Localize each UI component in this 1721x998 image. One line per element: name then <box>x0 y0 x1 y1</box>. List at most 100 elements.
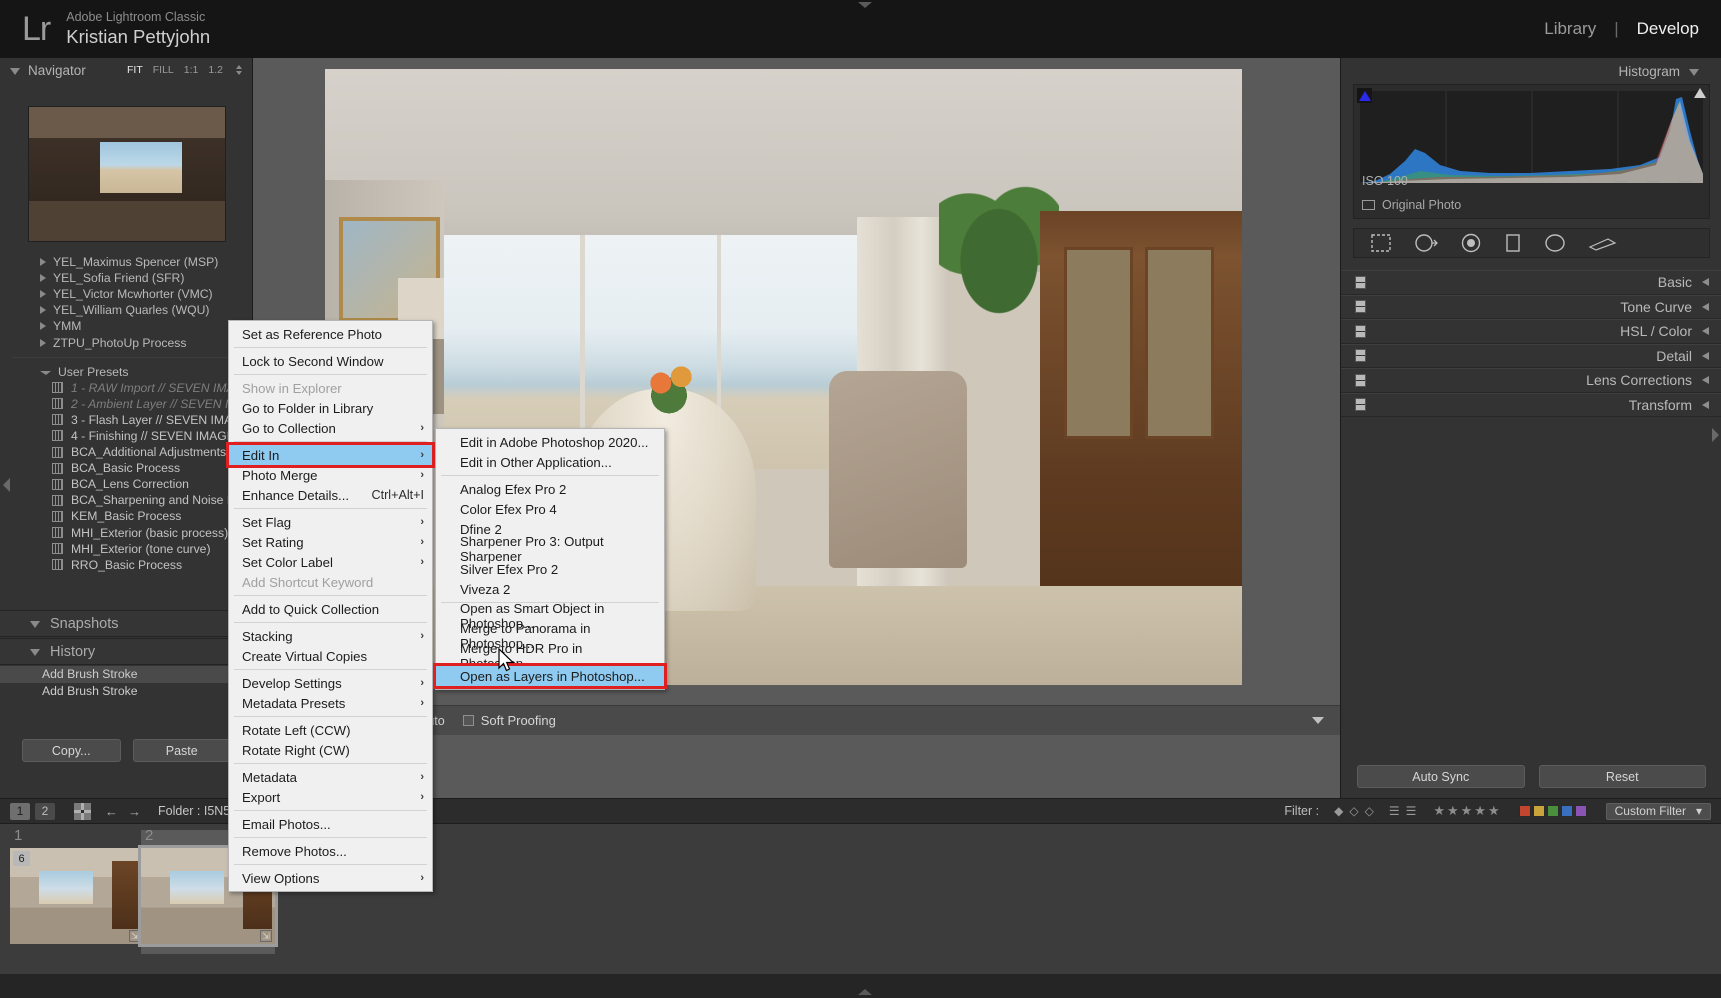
grid-view-icon[interactable] <box>74 802 91 820</box>
panel-section-transform[interactable]: Transform <box>1341 392 1721 417</box>
filmstrip-stack-badge[interactable]: 6 <box>13 851 30 866</box>
history-row[interactable]: Add Brush Stroke <box>0 683 253 700</box>
filmstrip-edit-badge-icon[interactable]: ⇲ <box>260 930 272 942</box>
menu-item-add-to-quick-collection[interactable]: Add to Quick Collection <box>229 599 432 619</box>
menu-item-remove-photos[interactable]: Remove Photos... <box>229 841 432 861</box>
preset-group[interactable]: YEL_Victor Mcwhorter (VMC) <box>0 286 253 302</box>
panel-switch-icon[interactable] <box>1355 300 1366 314</box>
disclosure-triangle-icon[interactable] <box>40 274 46 283</box>
menu-item-create-virtual-copies[interactable]: Create Virtual Copies <box>229 646 432 666</box>
module-develop[interactable]: Develop <box>1637 19 1699 39</box>
preset-item[interactable]: 3 - Flash Layer // SEVEN IMAGES <box>0 412 253 428</box>
right-panel-collapse-chevron-icon[interactable] <box>1712 428 1719 442</box>
menu-item-stacking[interactable]: Stacking › <box>229 626 432 646</box>
panel-switch-icon[interactable] <box>1355 349 1366 363</box>
panel-section-hsl-color[interactable]: HSL / Color <box>1341 319 1721 344</box>
menu-item-develop-settings[interactable]: Develop Settings › <box>229 673 432 693</box>
sort-ascending-icon[interactable]: ☰ <box>1389 804 1400 818</box>
snapshots-section-header[interactable]: Snapshots + <box>0 610 253 637</box>
preset-group[interactable]: YEL_Sofia Friend (SFR) <box>0 270 253 286</box>
disclosure-triangle-icon[interactable] <box>40 370 51 375</box>
submenu-item-silver-efex-pro-2[interactable]: Silver Efex Pro 2 <box>436 559 664 579</box>
disclosure-triangle-icon[interactable] <box>40 258 46 267</box>
original-photo-toggle[interactable]: Original Photo <box>1362 198 1461 212</box>
preset-item[interactable]: MHI_Exterior (tone curve) <box>0 541 253 557</box>
navigator-preview[interactable] <box>28 106 226 242</box>
folder-label[interactable]: Folder : I5N5 <box>158 804 230 818</box>
disclosure-triangle-icon[interactable] <box>1702 278 1709 287</box>
nav-mode-custom[interactable]: 1.2 <box>208 64 223 76</box>
highlight-clipping-indicator[interactable] <box>1694 88 1706 98</box>
nav-mode-1-1[interactable]: 1:1 <box>184 64 199 76</box>
navigator-disclosure-triangle-icon[interactable] <box>10 67 20 75</box>
disclosure-triangle-icon[interactable] <box>1702 400 1709 409</box>
menu-item-set-color-label[interactable]: Set Color Label › <box>229 552 432 572</box>
preset-item[interactable]: 4 - Finishing // SEVEN IMAGES <box>0 428 253 444</box>
color-chip-blue[interactable] <box>1560 805 1573 817</box>
color-chip-red[interactable] <box>1518 805 1531 817</box>
panel-section-detail[interactable]: Detail <box>1341 343 1721 368</box>
preset-group[interactable]: YEL_William Quarles (WQU) <box>0 302 253 318</box>
submenu-item-edit-in-photoshop-2020[interactable]: Edit in Adobe Photoshop 2020... <box>436 432 664 452</box>
preset-group[interactable]: YEL_Maximus Spencer (MSP) <box>0 254 253 270</box>
color-chip-purple[interactable] <box>1574 805 1587 817</box>
nav-mode-fill[interactable]: FILL <box>153 64 174 76</box>
submenu-item-edit-in-other-application[interactable]: Edit in Other Application... <box>436 452 664 472</box>
panel-switch-icon[interactable] <box>1355 398 1366 412</box>
adjustment-brush-tool-icon[interactable] <box>1588 233 1618 253</box>
preset-item[interactable]: MHI_Exterior (basic process) <box>0 525 253 541</box>
menu-item-rotate-right[interactable]: Rotate Right (CW) <box>229 740 432 760</box>
left-panel-collapse-chevron-icon[interactable] <box>3 478 10 492</box>
submenu-item-sharpener-pro-3[interactable]: Sharpener Pro 3: Output Sharpener <box>436 534 664 564</box>
preset-item[interactable]: BCA_Lens Correction <box>0 476 253 492</box>
shadow-clipping-indicator[interactable] <box>1357 88 1372 103</box>
disclosure-triangle-icon[interactable] <box>1702 351 1709 360</box>
forward-arrow-icon[interactable]: → <box>128 804 141 819</box>
toolbar-chevron-down-icon[interactable] <box>1312 717 1324 724</box>
module-library[interactable]: Library <box>1544 19 1596 39</box>
flag-pick-icon[interactable]: ◆ <box>1334 804 1343 818</box>
copy-button[interactable]: Copy... <box>22 739 121 762</box>
custom-filter-dropdown[interactable]: Custom Filter ▾ <box>1605 802 1711 820</box>
menu-item-go-to-collection[interactable]: Go to Collection › <box>229 418 432 438</box>
back-arrow-icon[interactable]: ← <box>105 804 118 819</box>
nav-mode-fit[interactable]: FIT <box>127 64 143 76</box>
preset-group[interactable]: ZTPU_PhotoUp Process <box>0 334 253 350</box>
menu-item-go-to-folder-in-library[interactable]: Go to Folder in Library <box>229 398 432 418</box>
submenu-item-merge-to-hdr-pro[interactable]: Merge to HDR Pro in Photoshop... <box>436 641 664 671</box>
history-section-header[interactable]: History × <box>0 638 253 665</box>
menu-item-set-rating[interactable]: Set Rating › <box>229 532 432 552</box>
preset-group[interactable]: YMM <box>0 318 253 334</box>
graduated-filter-tool-icon[interactable] <box>1504 233 1522 253</box>
disclosure-triangle-icon[interactable] <box>40 306 46 315</box>
disclosure-triangle-icon[interactable] <box>40 290 46 299</box>
panel-switch-icon[interactable] <box>1355 275 1366 289</box>
sort-descending-icon[interactable]: ☰ <box>1406 804 1417 818</box>
panel-switch-icon[interactable] <box>1355 373 1366 387</box>
crop-tool-icon[interactable] <box>1370 233 1392 253</box>
flag-filters[interactable]: ◆ ◇ ◇ <box>1334 804 1374 818</box>
top-panel-toggle-chevron-icon[interactable] <box>858 2 872 8</box>
preset-item[interactable]: 1 - RAW Import // SEVEN IMAGES <box>0 380 253 396</box>
submenu-item-analog-efex-pro-2[interactable]: Analog Efex Pro 2 <box>436 479 664 499</box>
menu-item-edit-in[interactable]: Edit In › <box>226 442 435 468</box>
preset-item[interactable]: 2 - Ambient Layer // SEVEN IMAGES <box>0 396 253 412</box>
disclosure-triangle-icon[interactable] <box>30 649 40 656</box>
paste-button[interactable]: Paste <box>132 739 231 762</box>
filmstrip-cell[interactable]: 1 6 ⇲ <box>10 827 144 954</box>
navigator-header[interactable]: Navigator FIT FILL 1:1 1.2 <box>0 58 252 82</box>
chevron-down-icon[interactable]: ▾ <box>1696 804 1702 818</box>
disclosure-triangle-icon[interactable] <box>1702 327 1709 336</box>
spot-removal-tool-icon[interactable] <box>1414 233 1438 253</box>
histogram-panel[interactable]: ISO 100 — — — Original Photo <box>1353 84 1710 219</box>
screen-1-button[interactable]: 1 <box>10 802 30 820</box>
color-chip-green[interactable] <box>1546 805 1559 817</box>
submenu-item-viveza-2[interactable]: Viveza 2 <box>436 579 664 599</box>
reset-button[interactable]: Reset <box>1538 765 1706 788</box>
preset-item[interactable]: RRO_Basic Process <box>0 557 253 573</box>
submenu-item-color-efex-pro-4[interactable]: Color Efex Pro 4 <box>436 499 664 519</box>
disclosure-triangle-icon[interactable] <box>1689 68 1699 76</box>
nav-zoom-stepper[interactable] <box>236 65 242 75</box>
disclosure-triangle-icon[interactable] <box>40 338 46 347</box>
red-eye-tool-icon[interactable] <box>1460 233 1482 253</box>
